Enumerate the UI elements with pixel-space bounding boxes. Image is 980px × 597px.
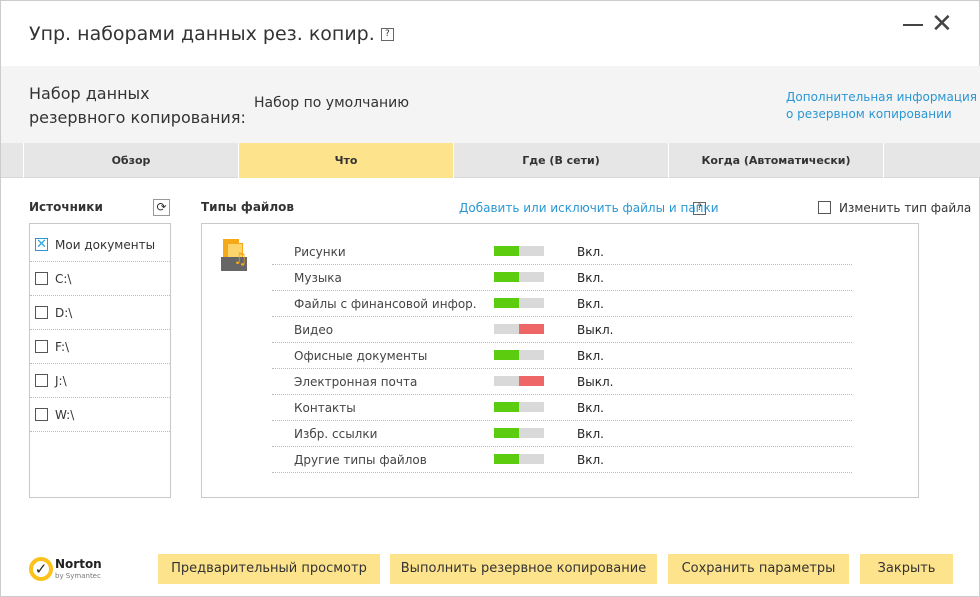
source-item[interactable]: ✕ Мои документы — [30, 228, 170, 262]
bar-fill-on — [494, 402, 519, 412]
close-window-button[interactable]: ✕ — [931, 9, 953, 39]
bar-fill-on — [494, 246, 519, 256]
bar-fill-on — [494, 350, 519, 360]
file-type-label: Избр. ссылки — [294, 427, 378, 441]
info-link[interactable]: Дополнительная информация о резервном коп… — [786, 89, 977, 123]
file-type-label: Рисунки — [294, 245, 346, 259]
file-type-status: Выкл. — [577, 375, 614, 389]
info-link-line1[interactable]: Дополнительная информация — [786, 90, 977, 104]
file-type-status: Вкл. — [577, 245, 604, 259]
file-type-toggle[interactable] — [494, 324, 544, 334]
source-label: W:\ — [55, 408, 75, 422]
window-title: Упр. наборами данных рез. копир. ? — [29, 23, 394, 45]
preview-button[interactable]: Предварительный просмотр — [158, 554, 380, 584]
tab-when[interactable]: Когда (Автоматически) — [668, 143, 883, 178]
file-type-status: Вкл. — [577, 401, 604, 415]
file-type-toggle[interactable] — [494, 272, 544, 282]
files-music-icon: ♫ — [221, 239, 249, 279]
title-text: Упр. наборами данных рез. копир. — [29, 23, 375, 45]
sources-list: ✕ Мои документы C:\ D:\ F:\ J:\ W:\ — [29, 223, 171, 498]
bar-fill-on — [494, 272, 519, 282]
source-item[interactable]: C:\ — [30, 262, 170, 296]
source-label: J:\ — [55, 374, 67, 388]
file-type-label: Контакты — [294, 401, 356, 415]
file-type-row: Контакты Вкл. — [272, 395, 852, 421]
help-icon[interactable]: ? — [380, 28, 394, 41]
file-type-toggle[interactable] — [494, 246, 544, 256]
file-type-status: Вкл. — [577, 297, 604, 311]
logo-text: Norton — [55, 557, 102, 571]
file-type-row: Файлы с финансовой инфор. Вкл. — [272, 291, 852, 317]
file-type-toggle[interactable] — [494, 428, 544, 438]
source-checkbox[interactable] — [35, 340, 48, 353]
source-checkbox[interactable] — [35, 408, 48, 421]
source-item[interactable]: W:\ — [30, 398, 170, 432]
tab-overview[interactable]: Обзор — [23, 143, 238, 178]
file-type-row: Рисунки Вкл. — [272, 239, 852, 265]
source-item[interactable]: F:\ — [30, 330, 170, 364]
file-type-label: Файлы с финансовой инфор. — [294, 297, 477, 311]
change-type-checkbox[interactable] — [818, 201, 831, 214]
file-type-toggle[interactable] — [494, 376, 544, 386]
logo-sub: by Symantec — [55, 572, 101, 580]
file-type-toggle[interactable] — [494, 454, 544, 464]
source-item[interactable]: J:\ — [30, 364, 170, 398]
bar-fill-on — [494, 298, 519, 308]
minimize-button[interactable] — [903, 24, 923, 26]
file-type-toggle[interactable] — [494, 402, 544, 412]
file-type-status: Вкл. — [577, 453, 604, 467]
run-backup-button[interactable]: Выполнить резервное копирование — [390, 554, 657, 584]
save-settings-button[interactable]: Сохранить параметры — [668, 554, 849, 584]
help-icon[interactable]: ? — [693, 202, 706, 215]
bar-fill-off — [519, 376, 544, 386]
backup-set-value[interactable]: Набор по умолчанию — [254, 95, 409, 111]
file-type-status: Вкл. — [577, 271, 604, 285]
sources-title: Источники — [29, 200, 103, 214]
source-label: Мои документы — [55, 238, 156, 252]
source-checkbox[interactable]: ✕ — [35, 238, 48, 251]
source-item[interactable]: D:\ — [30, 296, 170, 330]
file-type-toggle[interactable] — [494, 350, 544, 360]
file-type-label: Видео — [294, 323, 334, 337]
close-button[interactable]: Закрыть — [860, 554, 953, 584]
file-type-label: Музыка — [294, 271, 342, 285]
add-exclude-link[interactable]: Добавить или исключить файлы и папки — [459, 201, 719, 215]
file-type-row: Электронная почта Выкл. — [272, 369, 852, 395]
info-link-line2[interactable]: о резервном копировании — [786, 107, 952, 121]
file-type-label: Другие типы файлов — [294, 453, 427, 467]
checkmark-icon: ✓ — [29, 557, 53, 581]
bar-fill-on — [494, 428, 519, 438]
file-types-title: Типы файлов — [201, 200, 294, 214]
file-type-status: Вкл. — [577, 349, 604, 363]
tab-what[interactable]: Что — [238, 143, 453, 178]
bar-fill-on — [494, 454, 519, 464]
file-type-label: Электронная почта — [294, 375, 418, 389]
source-checkbox[interactable] — [35, 374, 48, 387]
change-type-label[interactable]: Изменить тип файла — [839, 201, 971, 215]
file-type-status: Выкл. — [577, 323, 614, 337]
source-label: D:\ — [55, 306, 73, 320]
source-checkbox[interactable] — [35, 272, 48, 285]
file-type-row: Избр. ссылки Вкл. — [272, 421, 852, 447]
backup-set-label: Набор данных резервного копирования: — [29, 84, 246, 127]
bar-fill-off — [519, 324, 544, 334]
file-type-label: Офисные документы — [294, 349, 428, 363]
file-type-status: Вкл. — [577, 427, 604, 441]
file-type-toggle[interactable] — [494, 298, 544, 308]
source-checkbox[interactable] — [35, 306, 48, 319]
tab-filler — [883, 143, 980, 178]
refresh-button[interactable]: ⟳ — [153, 199, 170, 216]
file-type-row: Музыка Вкл. — [272, 265, 852, 291]
source-label: F:\ — [55, 340, 70, 354]
file-type-row: Другие типы файлов Вкл. — [272, 447, 852, 473]
file-type-row: Видео Выкл. — [272, 317, 852, 343]
file-types-list: ♫ Рисунки Вкл. Музыка Вкл. Файлы с финансово… — [201, 223, 919, 498]
header-panel: Набор данных резервного копирования: Наб… — [1, 66, 980, 143]
source-label: C:\ — [55, 272, 72, 286]
file-type-row: Офисные документы Вкл. — [272, 343, 852, 369]
tab-where[interactable]: Где (В сети) — [453, 143, 668, 178]
tab-bar: Обзор Что Где (В сети) Когда (Автоматиче… — [1, 143, 980, 178]
